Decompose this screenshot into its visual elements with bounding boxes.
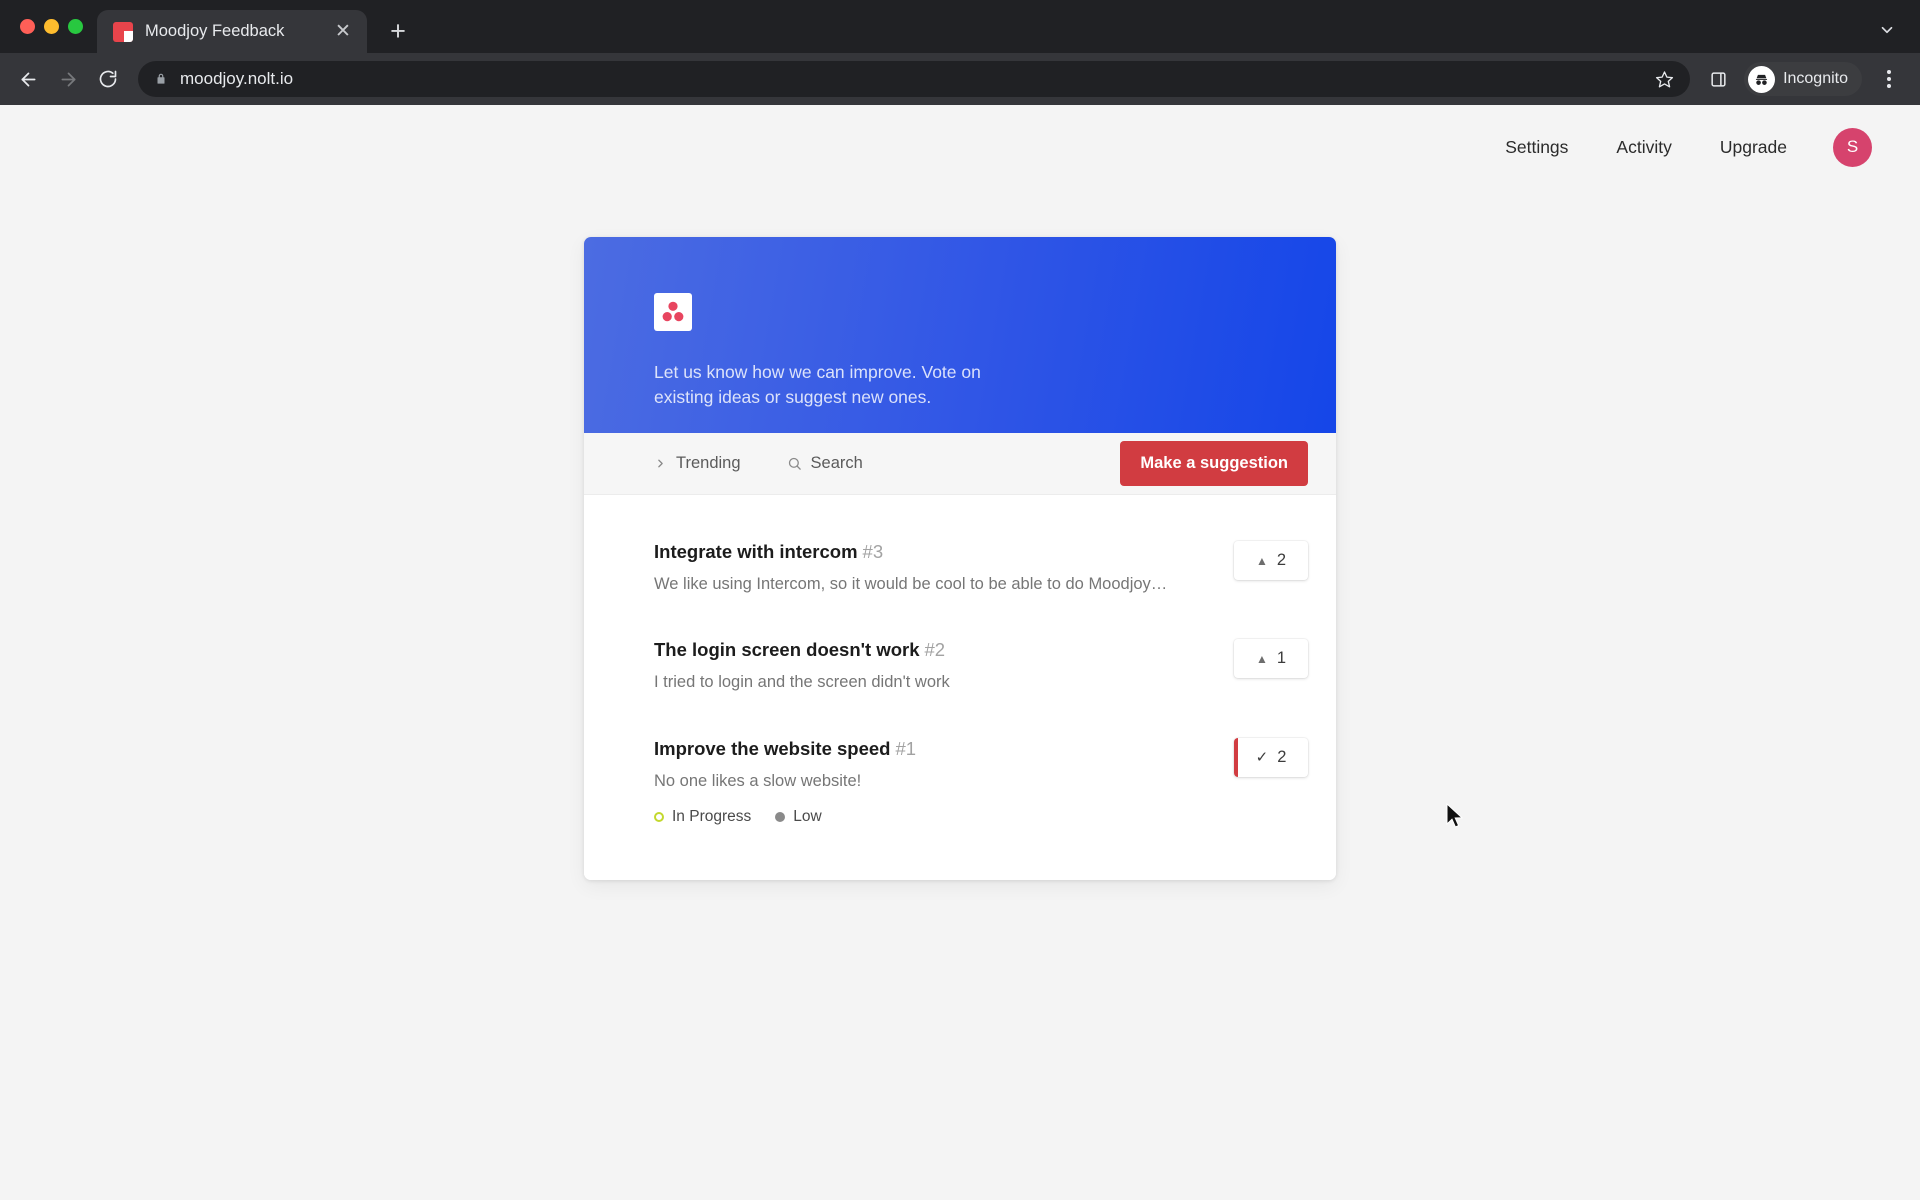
sort-trending-button[interactable]: Trending bbox=[654, 454, 741, 473]
make-a-suggestion-button[interactable]: Make a suggestion bbox=[1120, 441, 1308, 486]
post-title[interactable]: Improve the website speed bbox=[654, 738, 890, 759]
list-item[interactable]: The login screen doesn't work #2 I tried … bbox=[654, 637, 1308, 735]
incognito-icon bbox=[1748, 65, 1776, 93]
star-icon[interactable] bbox=[1650, 65, 1678, 93]
browser-tab-title: Moodjoy Feedback bbox=[145, 22, 285, 40]
tab-strip-right-controls bbox=[1872, 15, 1902, 45]
post-body: The login screen doesn't work #2 I tried … bbox=[654, 637, 1206, 693]
post-body: Integrate with intercom #3 We like using … bbox=[654, 539, 1206, 595]
new-tab-button[interactable]: + bbox=[378, 11, 418, 51]
post-number: #2 bbox=[924, 639, 946, 661]
priority-badge-label: Low bbox=[793, 807, 822, 825]
post-badges: In Progress Low bbox=[654, 808, 1206, 826]
board-tagline: Let us know how we can improve. Vote on … bbox=[654, 362, 981, 407]
upvote-arrow-icon: ▲ bbox=[1255, 553, 1268, 568]
vote-count: 2 bbox=[1277, 747, 1287, 766]
address-bar[interactable]: moodjoy.nolt.io bbox=[138, 61, 1691, 97]
post-title[interactable]: The login screen doesn't work bbox=[654, 639, 920, 660]
list-item[interactable]: Integrate with intercom #3 We like using … bbox=[654, 539, 1308, 637]
sort-trending-label: Trending bbox=[676, 454, 741, 472]
post-title-row: Improve the website speed #1 bbox=[654, 737, 1206, 761]
board-header: Let us know how we can improve. Vote on … bbox=[584, 237, 1336, 433]
chevron-right-icon bbox=[654, 457, 667, 470]
post-description: I tried to login and the screen didn't w… bbox=[654, 673, 950, 692]
browser-window: Moodjoy Feedback ✕ + moodjoy.nolt.io Inc… bbox=[0, 0, 1920, 1200]
list-item[interactable]: Improve the website speed #1 No one likes… bbox=[654, 736, 1308, 826]
feedback-board-card: Let us know how we can improve. Vote on … bbox=[584, 237, 1336, 880]
status-badge: In Progress bbox=[654, 808, 751, 826]
feedback-post-list: Integrate with intercom #3 We like using … bbox=[584, 495, 1336, 880]
window-controls bbox=[14, 0, 97, 53]
nav-link-upgrade[interactable]: Upgrade bbox=[1696, 137, 1811, 158]
profile-incognito-button[interactable]: Incognito bbox=[1744, 62, 1862, 96]
upvote-arrow-icon: ▲ bbox=[1255, 651, 1268, 666]
minimize-window-button[interactable] bbox=[44, 19, 59, 34]
lock-icon bbox=[154, 72, 168, 86]
chevron-down-icon[interactable] bbox=[1872, 15, 1902, 45]
user-avatar[interactable]: S bbox=[1833, 127, 1872, 167]
back-arrow-icon[interactable] bbox=[10, 61, 46, 97]
profile-label: Incognito bbox=[1783, 70, 1848, 87]
post-description: No one likes a slow website! bbox=[654, 771, 862, 790]
status-ring-icon bbox=[654, 811, 664, 822]
board-toolbar: Trending Search Make a suggestion bbox=[584, 433, 1336, 495]
board-search-button[interactable]: Search bbox=[787, 454, 863, 473]
post-number: #1 bbox=[895, 737, 917, 759]
vote-button-voted[interactable]: ✓ 2 bbox=[1234, 737, 1308, 777]
browser-toolbar: moodjoy.nolt.io Incognito bbox=[0, 53, 1920, 105]
vote-count: 1 bbox=[1276, 649, 1287, 668]
reload-icon[interactable] bbox=[90, 61, 126, 97]
vote-count: 2 bbox=[1276, 551, 1287, 569]
check-icon: ✓ bbox=[1255, 748, 1269, 766]
maximize-window-button[interactable] bbox=[68, 19, 83, 34]
side-panel-icon[interactable] bbox=[1704, 65, 1732, 93]
kebab-menu-icon[interactable] bbox=[1874, 62, 1904, 96]
vote-button[interactable]: ▲ 2 bbox=[1234, 541, 1308, 580]
board-search-label: Search bbox=[810, 454, 863, 472]
browser-tab[interactable]: Moodjoy Feedback ✕ bbox=[97, 10, 367, 53]
nav-link-activity[interactable]: Activity bbox=[1592, 137, 1695, 158]
page-viewport: Settings Activity Upgrade S Let us know … bbox=[0, 105, 1920, 1200]
post-description: We like using Intercom, so it would be c… bbox=[654, 575, 1168, 594]
post-title-row: Integrate with intercom #3 bbox=[654, 540, 1206, 564]
close-tab-button[interactable]: ✕ bbox=[331, 20, 355, 44]
status-badge-label: In Progress bbox=[672, 807, 752, 825]
browser-tab-strip: Moodjoy Feedback ✕ + bbox=[0, 0, 1920, 53]
mouse-cursor bbox=[1446, 802, 1466, 831]
forward-arrow-icon[interactable] bbox=[50, 61, 86, 97]
vote-button[interactable]: ▲ 1 bbox=[1234, 639, 1308, 679]
priority-dot-icon bbox=[775, 811, 786, 822]
priority-badge: Low bbox=[775, 807, 822, 826]
page-top-nav: Settings Activity Upgrade S bbox=[0, 105, 1920, 189]
post-body: Improve the website speed #1 No one likes… bbox=[654, 736, 1206, 826]
close-window-button[interactable] bbox=[20, 19, 35, 34]
address-bar-url: moodjoy.nolt.io bbox=[180, 69, 294, 88]
post-title[interactable]: Integrate with intercom bbox=[654, 541, 858, 562]
nav-link-settings[interactable]: Settings bbox=[1481, 137, 1592, 158]
post-title-row: The login screen doesn't work #2 bbox=[654, 638, 1206, 662]
post-number: #3 bbox=[862, 541, 884, 562]
moodjoy-logo bbox=[654, 293, 692, 331]
moodjoy-favicon-icon bbox=[113, 21, 133, 42]
search-icon bbox=[787, 456, 802, 471]
